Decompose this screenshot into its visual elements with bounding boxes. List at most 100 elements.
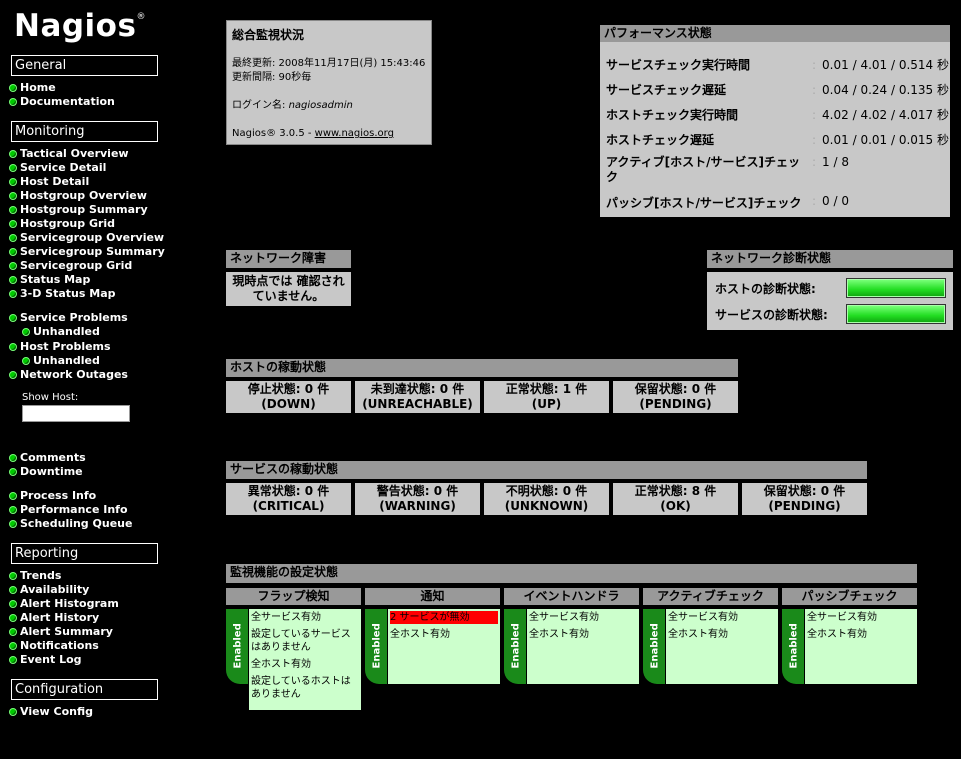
host-status-title[interactable]: ホストの稼動状態 — [226, 359, 738, 377]
feature-item[interactable]: 全サービス有効 — [251, 611, 359, 624]
show-host-input[interactable] — [22, 405, 130, 422]
sidebar-item-performance-info[interactable]: Performance Info — [9, 503, 128, 516]
status-cell[interactable]: 保留状態: 0 件 (PENDING) — [613, 381, 738, 413]
sidebar-item-3-d-status-map[interactable]: 3-D Status Map — [9, 287, 116, 300]
sidebar-item-documentation[interactable]: Documentation — [9, 95, 115, 108]
service-status-title[interactable]: サービスの稼動状態 — [226, 461, 867, 479]
perf-value[interactable]: :0 / 0 — [812, 194, 849, 208]
enabled-tab[interactable]: Enabled — [504, 609, 526, 684]
nagios-logo[interactable]: Nagios® — [14, 8, 146, 44]
feature-status-title: 監視機能の設定状態 — [226, 564, 917, 583]
feature-item[interactable]: 全ホスト有効 — [807, 628, 915, 641]
network-outages-title[interactable]: ネットワーク障害 — [226, 250, 351, 268]
feature-column-title: アクティブチェック — [643, 588, 778, 605]
sidebar-item-trends[interactable]: Trends — [9, 569, 61, 582]
sidebar-item-hostgroup-summary[interactable]: Hostgroup Summary — [9, 203, 148, 216]
status-cell[interactable]: 警告状態: 0 件 (WARNING) — [355, 483, 480, 515]
bullet-icon — [9, 220, 17, 228]
sidebar-item-alert-histogram[interactable]: Alert Histogram — [9, 597, 119, 610]
status-cell[interactable]: 正常状態: 1 件 (UP) — [484, 381, 609, 413]
login-user: nagiosadmin — [288, 100, 353, 111]
sidebar-item-network-outages[interactable]: Network Outages — [9, 368, 128, 381]
network-health-title[interactable]: ネットワーク診断状態 — [707, 250, 953, 268]
sidebar-item-process-info[interactable]: Process Info — [9, 489, 96, 502]
feature-item[interactable]: 設定しているサービスはありません — [251, 628, 359, 654]
sidebar-item-tactical-overview[interactable]: Tactical Overview — [9, 147, 129, 160]
show-host-label: Show Host: — [22, 392, 79, 403]
perf-value[interactable]: :1 / 8 — [812, 155, 849, 169]
sidebar-item-alert-history[interactable]: Alert History — [9, 611, 99, 624]
feature-column-title: 通知 — [365, 588, 500, 605]
feature-item[interactable]: 全サービス有効 — [807, 611, 915, 624]
bullet-icon — [9, 206, 17, 214]
status-cell[interactable]: 不明状態: 0 件 (UNKNOWN) — [484, 483, 609, 515]
bullet-icon — [9, 314, 17, 322]
sidebar-item-view-config[interactable]: View Config — [9, 705, 93, 718]
perf-value[interactable]: :4.02 / 4.02 / 4.017 秒 — [812, 106, 949, 123]
sidebar-item-event-log[interactable]: Event Log — [9, 653, 82, 666]
feature-item[interactable]: 全ホスト有効 — [668, 628, 776, 641]
bullet-icon — [22, 328, 30, 336]
sidebar-item-notifications[interactable]: Notifications — [9, 639, 99, 652]
perf-label: ホストチェック実行時間 — [606, 108, 739, 122]
sidebar-item-host-detail[interactable]: Host Detail — [9, 175, 89, 188]
sidebar-item-alert-summary[interactable]: Alert Summary — [9, 625, 113, 638]
sidebar-item-hostgroup-overview[interactable]: Hostgroup Overview — [9, 189, 147, 202]
bullet-icon — [9, 454, 17, 462]
sidebar-item-service-detail[interactable]: Service Detail — [9, 161, 106, 174]
sidebar-item-servicegroup-overview[interactable]: Servicegroup Overview — [9, 231, 164, 244]
enabled-tab[interactable]: Enabled — [226, 609, 248, 684]
sidebar-item-scheduling-queue[interactable]: Scheduling Queue — [9, 517, 132, 530]
last-update: 最終更新: 2008年11月17日(月) 15:43:46 — [232, 58, 426, 69]
feature-item[interactable]: 全サービス有効 — [529, 611, 637, 624]
sidebar-item-hostgroup-grid[interactable]: Hostgroup Grid — [9, 217, 115, 230]
feature-item[interactable]: 全ホスト有効 — [390, 628, 498, 641]
network-outages-panel: ネットワーク障害 現時点では 確認され ていません。 — [226, 250, 351, 306]
feature-item[interactable]: 設定しているホストはありません — [251, 675, 359, 701]
sidebar-item-downtime[interactable]: Downtime — [9, 465, 83, 478]
bullet-icon — [9, 492, 17, 500]
notification-warning[interactable]: 2 サービスが無効 — [390, 611, 498, 624]
sidebar-item-host-problems[interactable]: Host Problems — [9, 340, 111, 353]
nagios-link[interactable]: www.nagios.org — [315, 128, 394, 139]
enabled-tab[interactable]: Enabled — [782, 609, 804, 684]
status-cell[interactable]: 正常状態: 8 件 (OK) — [613, 483, 738, 515]
enabled-tab[interactable]: Enabled — [365, 609, 387, 684]
status-cell[interactable]: 未到達状態: 0 件 (UNREACHABLE) — [355, 381, 480, 413]
perf-label: パッシブ[ホスト/サービス]チェック — [606, 196, 802, 210]
sidebar-section-reporting: Reporting — [11, 543, 158, 564]
status-cell[interactable]: 保留状態: 0 件 (PENDING) — [742, 483, 867, 515]
network-outages-status: 現時点では 確認され ていません。 — [226, 272, 351, 306]
sidebar-item-service-unhandled[interactable]: Unhandled — [22, 325, 100, 338]
update-interval: 更新間隔: 90秒毎 — [232, 72, 312, 83]
feature-item[interactable]: 全ホスト有効 — [529, 628, 637, 641]
performance-title[interactable]: パフォーマンス状態 — [600, 25, 950, 42]
sidebar-item-home[interactable]: Home — [9, 81, 56, 94]
enabled-tab[interactable]: Enabled — [643, 609, 665, 684]
sidebar-item-availability[interactable]: Availability — [9, 583, 89, 596]
perf-value[interactable]: :0.01 / 4.01 / 0.514 秒 — [812, 56, 949, 73]
sidebar-item-status-map[interactable]: Status Map — [9, 273, 90, 286]
login-line: ログイン名: nagiosadmin — [232, 100, 353, 111]
sidebar-item-comments[interactable]: Comments — [9, 451, 86, 464]
perf-label: アクティブ[ホスト/サービス]チェック — [606, 155, 801, 184]
status-cell[interactable]: 停止状態: 0 件 (DOWN) — [226, 381, 351, 413]
sidebar-item-servicegroup-summary[interactable]: Servicegroup Summary — [9, 245, 165, 258]
perf-value[interactable]: :0.04 / 0.24 / 0.135 秒 — [812, 81, 949, 98]
sidebar-section-configuration: Configuration — [11, 679, 158, 700]
feature-column: アクティブチェック Enabled 全サービス有効 全ホスト有効 — [643, 588, 778, 684]
host-health-bar[interactable] — [846, 278, 946, 298]
feature-column: フラップ検知 Enabled 全サービス有効 設定しているサービスはありません 全ホスト… — [226, 588, 361, 710]
network-health-panel: ネットワーク診断状態 ホストの診断状態: サービスの診断状態: — [707, 250, 953, 330]
sidebar-item-servicegroup-grid[interactable]: Servicegroup Grid — [9, 259, 132, 272]
perf-value[interactable]: :0.01 / 0.01 / 0.015 秒 — [812, 131, 949, 148]
perf-label: サービスチェック遅延 — [606, 83, 727, 97]
bullet-icon — [9, 506, 17, 514]
feature-item[interactable]: 全ホスト有効 — [251, 658, 359, 671]
status-cell[interactable]: 異常状態: 0 件 (CRITICAL) — [226, 483, 351, 515]
feature-column: 通知 Enabled 2 サービスが無効 全ホスト有効 — [365, 588, 500, 684]
sidebar-item-host-unhandled[interactable]: Unhandled — [22, 354, 100, 367]
sidebar-item-service-problems[interactable]: Service Problems — [9, 311, 128, 324]
service-health-bar[interactable] — [846, 304, 946, 324]
feature-item[interactable]: 全サービス有効 — [668, 611, 776, 624]
